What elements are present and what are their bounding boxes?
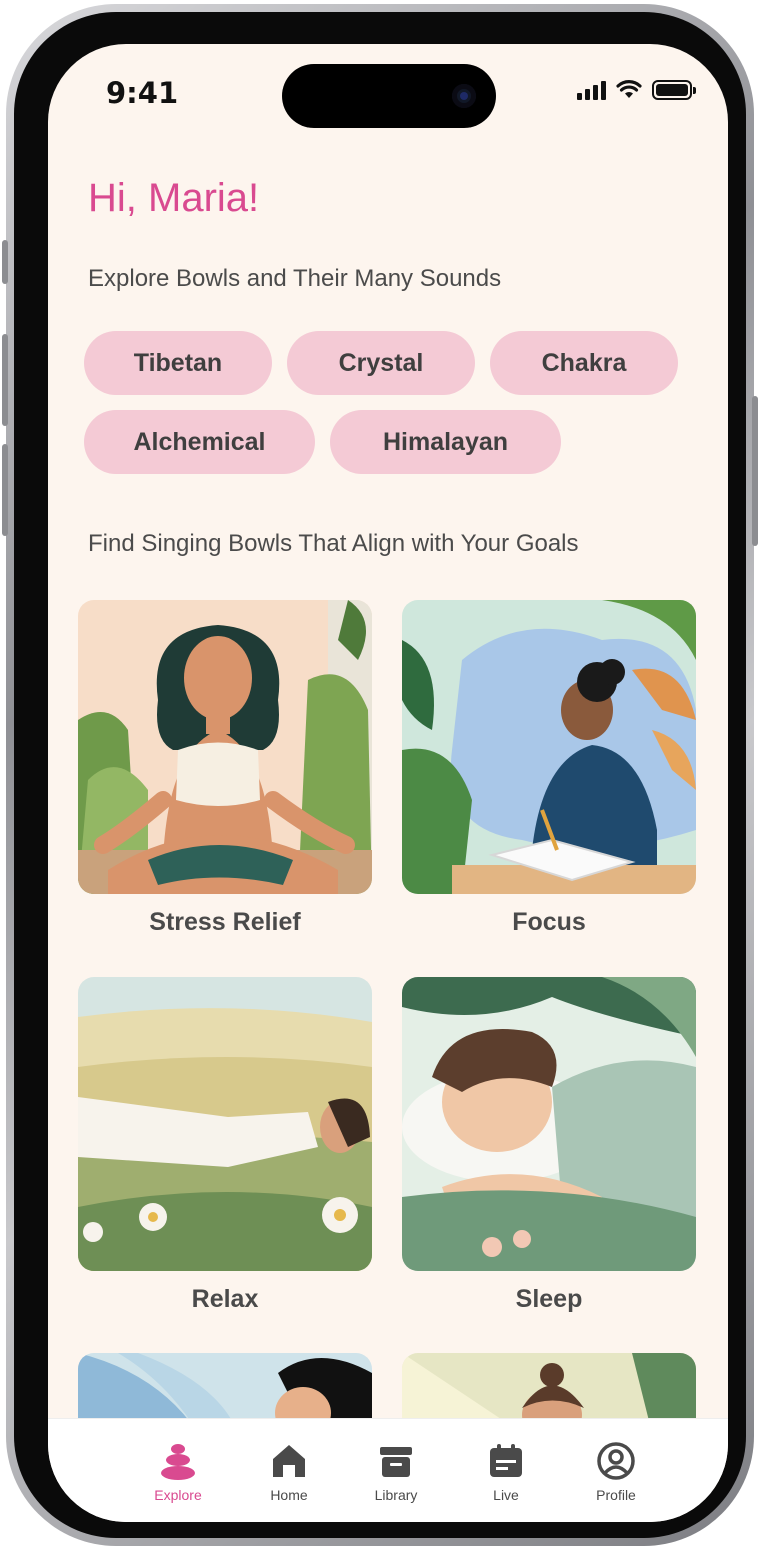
greeting-heading: Hi, Maria! (88, 176, 260, 220)
battery-icon (652, 80, 696, 100)
tab-home[interactable]: Home (244, 1441, 334, 1503)
person-resting-in-meadow-illustration (78, 977, 372, 1271)
bottom-tab-bar: Explore Home Library Live Profile (48, 1418, 728, 1522)
tab-label: Home (270, 1487, 308, 1503)
tab-explore[interactable]: Explore (133, 1441, 223, 1503)
tab-label: Profile (596, 1487, 636, 1503)
goal-label: Stress Relief (149, 908, 301, 936)
volume-up-button (2, 334, 8, 426)
volume-down-button (2, 444, 8, 536)
phone-frame: 9:41 Hi, Maria! Explore Bowls and Their … (2, 4, 758, 1546)
tab-label: Library (374, 1487, 418, 1503)
chip-chakra[interactable]: Chakra (490, 331, 678, 395)
person-writing-illustration (402, 600, 696, 894)
tab-label: Explore (154, 1487, 202, 1503)
bowl-type-chips: Tibetan Crystal Chakra Alchemical Himala… (84, 331, 694, 474)
dynamic-island (282, 64, 496, 128)
wifi-icon (616, 80, 642, 98)
woman-meditating-illustration (78, 600, 372, 894)
app-screen: 9:41 Hi, Maria! Explore Bowls and Their … (48, 44, 728, 1522)
phone-bezel: 9:41 Hi, Maria! Explore Bowls and Their … (14, 12, 746, 1538)
goals-title: Find Singing Bowls That Align with Your … (88, 530, 579, 557)
home-icon (273, 1445, 305, 1477)
cellular-signal-icon (577, 80, 606, 100)
goal-card-sleep[interactable]: Sleep (402, 977, 696, 1314)
chip-himalayan[interactable]: Himalayan (330, 410, 561, 474)
library-icon (380, 1447, 412, 1477)
tab-library[interactable]: Library (351, 1441, 441, 1503)
chip-tibetan[interactable]: Tibetan (84, 331, 272, 395)
tab-live[interactable]: Live (461, 1441, 551, 1503)
person-sleeping-illustration (402, 977, 696, 1271)
goal-label: Relax (191, 1285, 259, 1313)
chip-alchemical[interactable]: Alchemical (84, 410, 315, 474)
tab-profile[interactable]: Profile (571, 1441, 661, 1503)
calendar-icon (490, 1444, 522, 1477)
status-time: 9:41 (106, 76, 179, 110)
silent-switch (2, 240, 8, 284)
goal-card-relax[interactable]: Relax (78, 977, 372, 1314)
front-camera (452, 84, 476, 108)
profile-icon (597, 1442, 635, 1480)
explore-bowls-title: Explore Bowls and Their Many Sounds (88, 265, 502, 292)
goal-card-stress-relief[interactable]: Stress Relief (78, 600, 372, 937)
chip-crystal[interactable]: Crystal (287, 331, 475, 395)
goal-label: Sleep (515, 1285, 583, 1313)
status-icons (577, 80, 696, 100)
power-button (752, 396, 758, 546)
goal-card-focus[interactable]: Focus (402, 600, 696, 937)
tab-label: Live (493, 1487, 519, 1503)
stacked-stones-icon (161, 1444, 195, 1480)
goal-label: Focus (512, 908, 586, 936)
